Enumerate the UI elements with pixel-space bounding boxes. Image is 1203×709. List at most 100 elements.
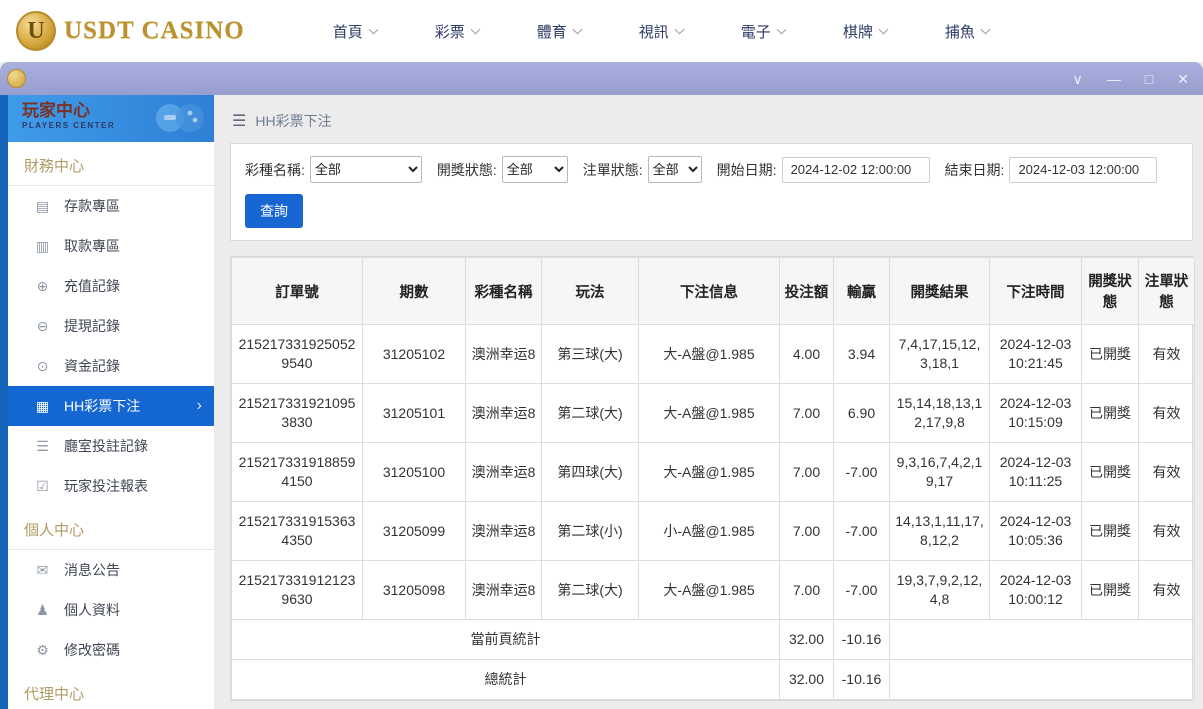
cell-lottery-name: 澳洲幸运8 (465, 501, 542, 561)
sidebar-item-hall-bet-records[interactable]: ☰ 廳室投註記錄 (8, 426, 214, 466)
left-accent-strip (0, 95, 8, 709)
cell-bet-info: 大-A盤@1.985 (638, 560, 780, 620)
end-date-label: 結束日期: (944, 161, 1005, 178)
sidebar-item-announcements[interactable]: ✉ 消息公告 (8, 550, 214, 590)
sidebar-item-recharge-records[interactable]: ⊕ 充值記錄 (8, 266, 214, 306)
table-row: 2152173319121239630 31205098 澳洲幸运8 第二球(大… (231, 560, 1195, 620)
section-agent-center: 代理中心 (8, 670, 214, 709)
cell-win-loss: -7.00 (833, 442, 890, 502)
app-gold-icon (7, 69, 26, 88)
bets-table: 訂單號 期數 彩種名稱 玩法 下注信息 投注額 輸贏 開獎結果 下注時間 開獎狀… (231, 257, 1195, 700)
lottery-grid-icon: ▦ (35, 397, 50, 414)
sidebar-item-hh-lottery-bets[interactable]: ▦ HH彩票下注 › (8, 386, 214, 426)
cell-bet-time: 2024-12-03 10:15:09 (989, 383, 1082, 443)
page-title: HH彩票下注 (255, 113, 332, 129)
nav-item-label: 捕魚 (944, 23, 975, 41)
cell-draw-result: 19,3,7,9,2,12,4,8 (889, 560, 990, 620)
header-period: 期數 (362, 257, 466, 325)
nav-item-lottery[interactable]: 彩票 (434, 21, 481, 42)
cell-order-number: 2152173319210953830 (231, 383, 363, 443)
sidebar-item-label: 提現記錄 (64, 318, 120, 334)
report-icon: ☑ (36, 477, 49, 494)
nav-item-label: 電子 (740, 23, 771, 41)
cell-lottery-name: 澳洲幸运8 (465, 324, 542, 384)
cell-bet-info: 大-A盤@1.985 (638, 324, 780, 384)
nav-item-live-video[interactable]: 視訊 (638, 21, 685, 42)
table-row: 2152173319188594150 31205100 澳洲幸运8 第四球(大… (231, 442, 1195, 502)
cell-play-type: 第二球(大) (541, 560, 639, 620)
nav-item-label: 棋牌 (842, 23, 873, 41)
cell-draw-result: 14,13,1,11,17,8,12,2 (889, 501, 990, 561)
nav-item-home[interactable]: 首頁 (332, 21, 379, 42)
sidebar-item-player-bet-report[interactable]: ☑ 玩家投注報表 (8, 466, 214, 506)
start-date-label: 開始日期: (716, 161, 777, 178)
lottery-type-select[interactable]: 全部 (309, 156, 422, 183)
nav-item-label: 首頁 (332, 23, 363, 41)
sidebar-item-withdrawal-records[interactable]: ⊖ 提現記錄 (8, 306, 214, 346)
cell-win-loss: 6.90 (833, 383, 890, 443)
chevron-down-icon (980, 24, 991, 34)
nav-item-slots[interactable]: 電子 (740, 21, 787, 42)
cell-draw-result: 15,14,18,13,12,17,9,8 (889, 383, 990, 443)
cell-draw-result: 9,3,16,7,4,2,19,17 (889, 442, 990, 502)
cell-period: 31205102 (362, 324, 466, 384)
players-center-header: 玩家中心 PLAYERS CENTER (8, 95, 214, 142)
sidebar: 玩家中心 PLAYERS CENTER 財務中心 ▤ 存款專區 ▥ 取款專區 ⊕… (8, 95, 214, 709)
sidebar-item-deposit-area[interactable]: ▤ 存款專區 (8, 186, 214, 226)
cell-bet-info: 大-A盤@1.985 (638, 383, 780, 443)
start-date-input[interactable] (781, 156, 930, 183)
nav-item-label: 視訊 (638, 23, 669, 41)
chevron-down-button[interactable]: ∨ (1073, 72, 1083, 86)
maximize-button[interactable]: □ (1145, 72, 1153, 86)
logo-text: USDT CASINO (64, 17, 245, 44)
cell-win-loss: -7.00 (833, 501, 890, 561)
cell-win-loss: 3.94 (833, 324, 890, 384)
chevron-down-icon (674, 24, 685, 34)
cell-order-status: 有效 (1138, 501, 1195, 561)
app-body: 玩家中心 PLAYERS CENTER 財務中心 ▤ 存款專區 ▥ 取款專區 ⊕… (0, 95, 1203, 709)
sidebar-item-label: 個人資料 (64, 602, 120, 618)
sidebar-item-label: 廳室投註記錄 (64, 438, 148, 454)
nav-item-board-games[interactable]: 棋牌 (842, 21, 889, 42)
logo[interactable]: U USDT CASINO (16, 11, 245, 51)
header-bet-time: 下注時間 (989, 257, 1082, 325)
sidebar-item-profile[interactable]: ♟ 個人資料 (8, 590, 214, 630)
bets-table-panel: 訂單號 期數 彩種名稱 玩法 下注信息 投注額 輸贏 開獎結果 下注時間 開獎狀… (230, 256, 1195, 701)
query-button[interactable]: 查詢 (245, 194, 303, 228)
sidebar-item-label: 玩家投注報表 (64, 478, 148, 494)
nav-item-sports[interactable]: 體育 (537, 21, 583, 42)
withdraw-cash-icon: ▥ (35, 237, 50, 254)
cell-play-type: 第三球(大) (541, 324, 639, 384)
sidebar-item-withdraw-area[interactable]: ▥ 取款專區 (8, 226, 214, 266)
draw-status-select[interactable]: 全部 (501, 156, 568, 183)
funds-record-icon: ⊙ (36, 357, 49, 374)
nav-item-label: 彩票 (434, 23, 465, 41)
cell-draw-status: 已開獎 (1081, 560, 1139, 620)
main-menu: 首頁 彩票 體育 視訊 電子 棋牌 捕魚 (332, 21, 991, 42)
filter-panel: 彩種名稱: 全部 開獎狀態: 全部 注單狀態: 全部 開始日期: 2024-12… (230, 143, 1193, 241)
sidebar-item-funds-records[interactable]: ⊙ 資金記錄 (8, 346, 214, 386)
grand-total-row: 總統計 32.00 -10.16 (231, 659, 1195, 700)
header-bet-info: 下注信息 (638, 257, 780, 325)
cell-order-status: 有效 (1138, 383, 1195, 443)
page-total-label: 當前頁統計 (231, 619, 780, 660)
cell-order-number: 2152173319153634350 (231, 501, 363, 561)
minimize-button[interactable]: — (1107, 72, 1121, 86)
lottery-type-label: 彩種名稱: (245, 161, 305, 178)
nav-item-fishing[interactable]: 捕魚 (944, 21, 991, 42)
grand-total-amount: 32.00 (779, 659, 834, 700)
cell-period: 31205101 (362, 383, 466, 443)
sidebar-item-label: 消息公告 (64, 562, 120, 578)
cell-order-status: 有效 (1138, 324, 1195, 384)
cell-draw-status: 已開獎 (1081, 324, 1139, 384)
end-date-input[interactable] (1009, 156, 1158, 183)
cell-order-number: 2152173319188594150 (231, 442, 363, 502)
menu-icon[interactable]: ☰ (232, 111, 246, 131)
cell-bet-info: 小-A盤@1.985 (638, 501, 780, 561)
order-status-select[interactable]: 全部 (647, 156, 702, 183)
cell-bet-time: 2024-12-03 10:11:25 (989, 442, 1082, 502)
sidebar-item-change-password[interactable]: ⚙ 修改密碼 (8, 630, 214, 670)
section-personal-center: 個人中心 (8, 506, 214, 550)
header-order-number: 訂單號 (231, 257, 363, 325)
close-button[interactable]: ✕ (1177, 72, 1189, 86)
